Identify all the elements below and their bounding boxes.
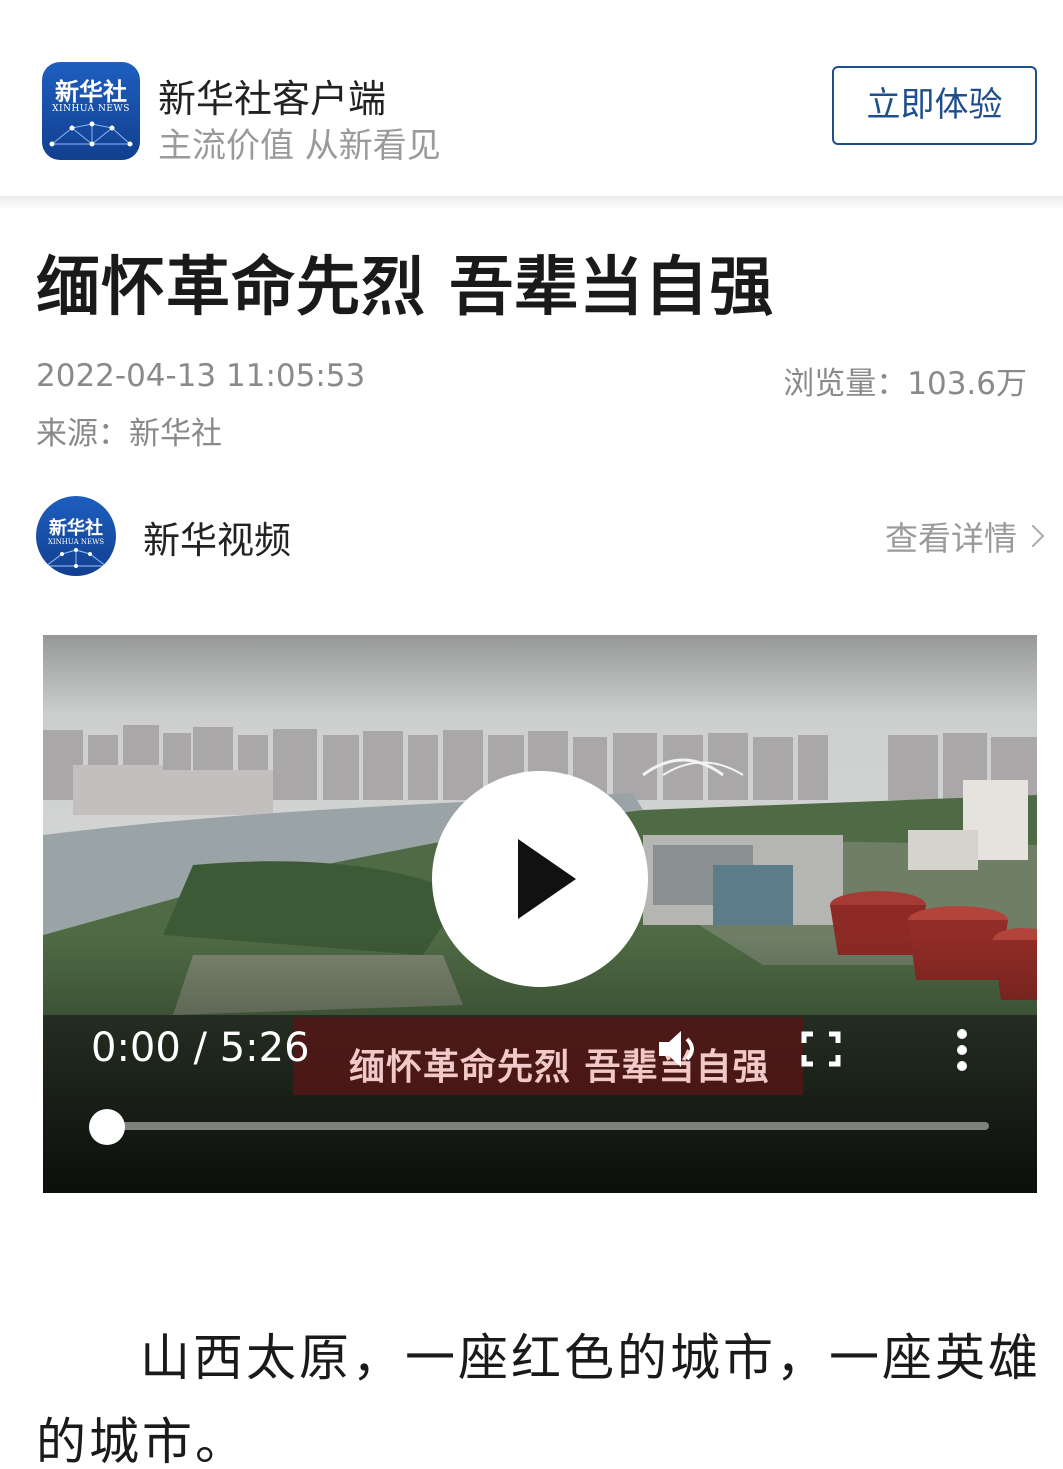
network-graphic-icon — [49, 121, 133, 147]
publish-date: 2022-04-13 11:05:53 — [36, 358, 366, 394]
network-graphic-icon — [44, 548, 108, 568]
logo-text-en: XINHUA NEWS — [52, 104, 130, 114]
view-details-link[interactable]: 查看详情 — [885, 512, 1045, 560]
article-paragraph: 的城市。 — [36, 1413, 248, 1469]
header-divider — [0, 196, 1063, 210]
play-button[interactable] — [432, 771, 648, 987]
video-player[interactable]: 0:00 / 5:26 缅怀革命先烈 吾辈当自强 — [43, 635, 1037, 1193]
try-now-button[interactable]: 立即体验 — [832, 66, 1037, 145]
app-name: 新华社客户端 — [158, 77, 387, 121]
volume-icon[interactable] — [655, 1027, 703, 1071]
xinhua-logo: 新华社 XINHUA NEWS — [42, 62, 140, 160]
article-paragraph: 山西太原，一座红色的城市，一座英雄 — [140, 1329, 1041, 1387]
progress-thumb[interactable] — [89, 1109, 125, 1145]
chevron-right-icon — [1021, 524, 1045, 548]
channel-name[interactable]: 新华视频 — [143, 510, 291, 564]
article-source: 来源：新华社 — [36, 416, 222, 452]
channel-avatar[interactable]: 新华社 XINHUA NEWS — [36, 496, 116, 576]
more-vertical-icon[interactable] — [955, 1029, 969, 1071]
view-count: 浏览量：103.6万 — [783, 366, 1027, 402]
logo-text-cn: 新华社 — [55, 78, 127, 106]
avatar-text-cn: 新华社 — [49, 518, 103, 539]
article-title: 缅怀革命先烈 吾辈当自强 — [36, 251, 775, 325]
progress-bar[interactable] — [109, 1122, 989, 1130]
app-download-banner: 新华社 XINHUA NEWS 新华社客户端 主流价值 从新看见 立即体验 — [0, 0, 1063, 198]
video-time: 0:00 / 5:26 — [91, 1025, 310, 1071]
view-details-label: 查看详情 — [885, 519, 1017, 558]
play-icon — [518, 839, 576, 919]
fullscreen-icon[interactable] — [801, 1031, 841, 1067]
app-slogan: 主流价值 从新看见 — [158, 126, 441, 166]
video-caption: 缅怀革命先烈 吾辈当自强 — [349, 1047, 770, 1088]
